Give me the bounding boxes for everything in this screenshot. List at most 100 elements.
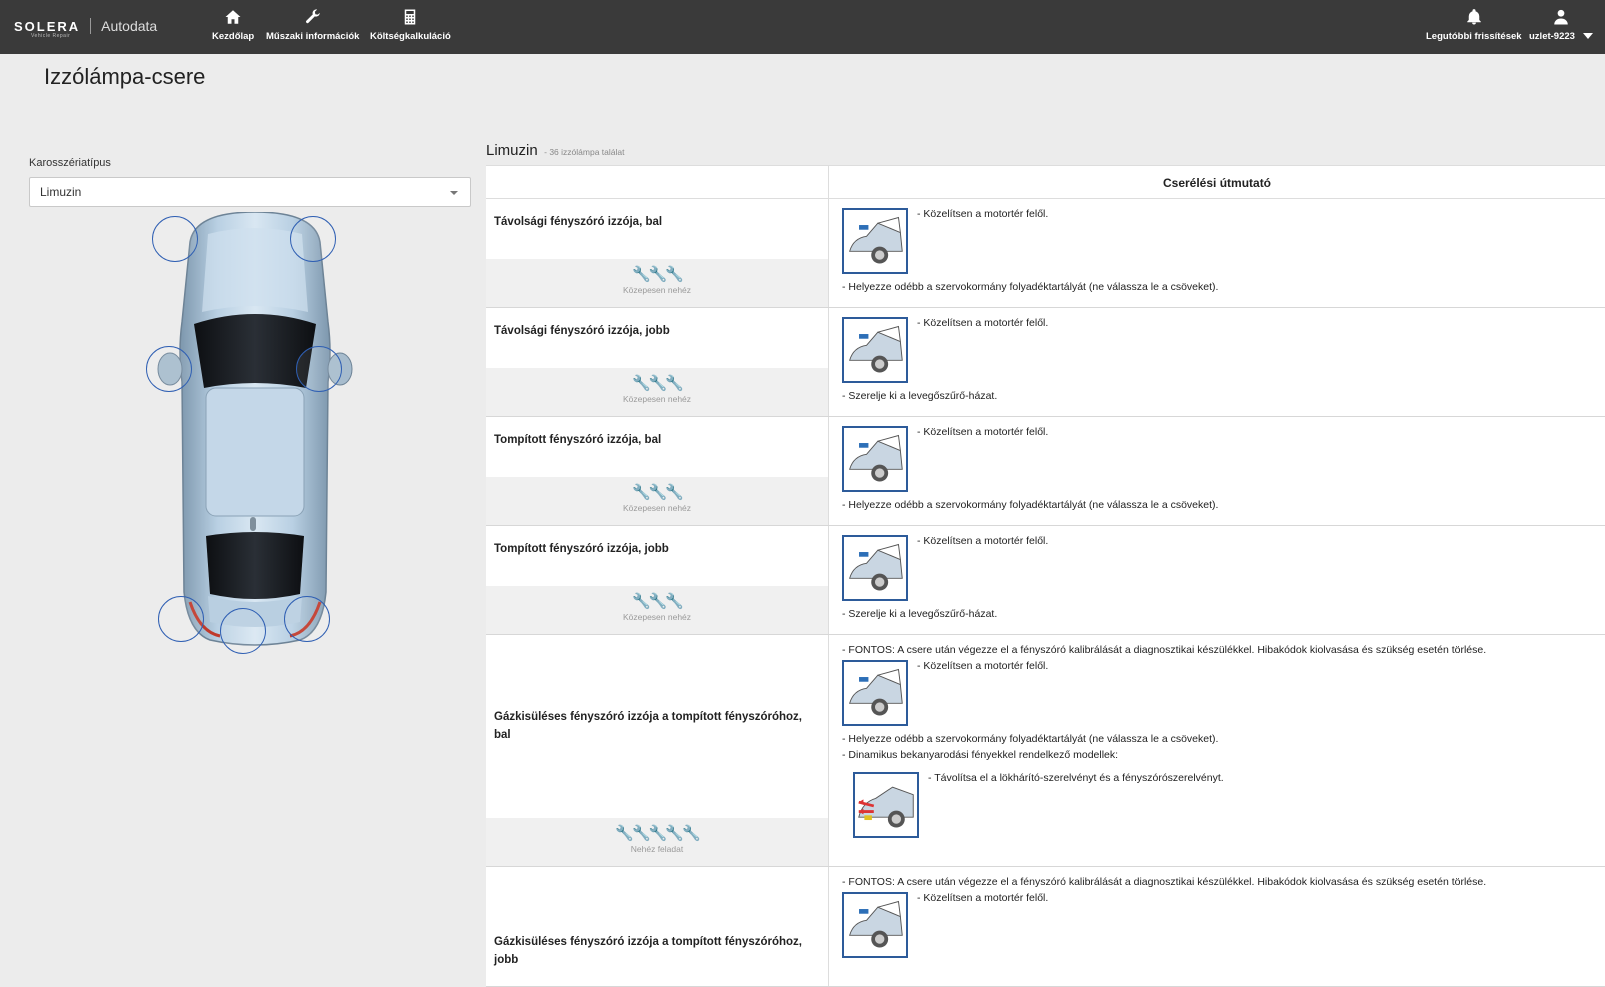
- column-header-guide: Cserélési útmutató: [1162, 176, 1272, 190]
- engine-bay-access-image[interactable]: [842, 892, 908, 958]
- bulb-name: Tompított fényszóró izzója, jobb: [494, 543, 669, 555]
- instruction-step: - FONTOS: A csere után végezze el a fény…: [842, 644, 1487, 656]
- row-name-cell: Távolsági fényszóró izzója, bal 🔧🔧🔧 Köze…: [486, 199, 829, 307]
- row-instructions-cell: - Közelítsen a motortér felől. - Helyezz…: [829, 417, 1605, 525]
- instruction-step: - Szerelje ki a levegőszűrő-házat.: [842, 608, 998, 620]
- instruction-step: - Közelítsen a motortér felől.: [917, 660, 1049, 672]
- difficulty-label: Közepesen nehéz: [622, 285, 692, 295]
- column-header-name: [486, 166, 829, 198]
- hotspot-front-right[interactable]: [290, 216, 336, 262]
- nav-cost-calculation-label: Költségkalkuláció: [370, 31, 451, 42]
- instruction-step: - Helyezze odébb a szervokormány folyadé…: [842, 733, 1219, 745]
- instruction-step: - Közelítsen a motortér felől.: [917, 535, 1049, 547]
- instruction-step: - Szerelje ki a levegőszűrő-házat.: [842, 390, 998, 402]
- difficulty-cell: 🔧🔧🔧🔧🔧 Nehéz feladat: [486, 818, 828, 866]
- user-menu[interactable]: uzlet-9223: [1529, 8, 1593, 42]
- user-name: uzlet-9223: [1529, 31, 1575, 42]
- home-icon: [212, 8, 254, 28]
- difficulty-cell: 🔧🔧🔧 Közepesen nehéz: [486, 586, 828, 634]
- bulb-results-table: Cserélési útmutató Távolsági fényszóró i…: [486, 165, 1605, 987]
- row-name-cell: Távolsági fényszóró izzója, jobb 🔧🔧🔧 Köz…: [486, 308, 829, 416]
- difficulty-cell: 🔧🔧🔧 Közepesen nehéz: [486, 368, 828, 416]
- table-row[interactable]: Távolsági fényszóró izzója, jobb 🔧🔧🔧 Köz…: [486, 308, 1605, 417]
- row-name-cell: Gázkisüléses fényszóró izzója a tompítot…: [486, 635, 829, 866]
- bumper-removal-image[interactable]: [853, 772, 919, 838]
- table-row[interactable]: Távolsági fényszóró izzója, bal 🔧🔧🔧 Köze…: [486, 199, 1605, 308]
- body-type-label: Karosszériatípus: [29, 157, 111, 169]
- bulb-name: Gázkisüléses fényszóró izzója a tompítot…: [494, 936, 803, 966]
- hotspot-mirror-left[interactable]: [146, 346, 192, 392]
- hotspot-mirror-right[interactable]: [296, 346, 342, 392]
- recent-updates-button[interactable]: Legutóbbi frissítések: [1426, 8, 1522, 42]
- row-name-cell: Tompított fényszóró izzója, jobb 🔧🔧🔧 Köz…: [486, 526, 829, 634]
- instruction-step: - Dinamikus bekanyarodási fényekkel rend…: [842, 749, 1119, 761]
- app-name: Autodata: [101, 18, 158, 34]
- body-type-value: Limuzin: [40, 185, 82, 199]
- engine-bay-access-image[interactable]: [842, 660, 908, 726]
- top-bar: SOLERA Vehicle Repair Autodata Kezdőlap …: [0, 0, 1605, 54]
- difficulty-cell: 🔧🔧🔧 Közepesen nehéz: [486, 477, 828, 525]
- difficulty-label: Közepesen nehéz: [622, 503, 692, 513]
- user-icon: [1529, 8, 1593, 28]
- row-instructions-cell: - FONTOS: A csere után végezze el a fény…: [829, 635, 1605, 866]
- nav-cost-calculation[interactable]: Költségkalkuláció: [370, 8, 451, 42]
- hotspot-rear-right[interactable]: [284, 596, 330, 642]
- brand-name: SOLERA: [14, 18, 81, 34]
- instruction-step: - Közelítsen a motortér felől.: [917, 426, 1049, 438]
- logo-divider: [90, 18, 92, 34]
- results-title: Limuzin: [486, 142, 538, 159]
- instruction-step: - FONTOS: A csere után végezze el a fény…: [842, 876, 1487, 888]
- nav-home-label: Kezdőlap: [212, 31, 255, 42]
- row-instructions-cell: - Közelítsen a motortér felől. - Szerelj…: [829, 308, 1605, 416]
- nav-home[interactable]: Kezdőlap: [212, 8, 254, 42]
- wrench-icon: [266, 8, 359, 28]
- calculator-icon: [370, 8, 451, 28]
- table-row[interactable]: Gázkisüléses fényszóró izzója a tompítot…: [486, 867, 1605, 987]
- row-instructions-cell: - Közelítsen a motortér felől. - Szerelj…: [829, 526, 1605, 634]
- bell-icon: [1426, 8, 1522, 28]
- row-name-cell: Gázkisüléses fényszóró izzója a tompítot…: [486, 867, 829, 986]
- page-title: Izzólámpa-csere: [44, 64, 206, 89]
- difficulty-wrenches-icon: 🔧🔧🔧: [631, 484, 684, 501]
- engine-bay-access-image[interactable]: [842, 317, 908, 383]
- row-name-cell: Tompított fényszóró izzója, bal 🔧🔧🔧 Köze…: [486, 417, 829, 525]
- table-row[interactable]: Tompított fényszóró izzója, jobb 🔧🔧🔧 Köz…: [486, 526, 1605, 635]
- recent-updates-label: Legutóbbi frissítések: [1426, 31, 1522, 42]
- difficulty-wrenches-icon: 🔧🔧🔧: [631, 375, 684, 392]
- results-count: - 36 izzólámpa találat: [544, 147, 625, 157]
- difficulty-label: Közepesen nehéz: [622, 394, 692, 404]
- instruction-step: - Közelítsen a motortér felől.: [917, 208, 1049, 220]
- engine-bay-access-image[interactable]: [842, 426, 908, 492]
- instruction-step: - Helyezze odébb a szervokormány folyadé…: [842, 281, 1219, 293]
- difficulty-wrenches-icon: 🔧🔧🔧: [631, 593, 684, 610]
- instruction-step: - Közelítsen a motortér felől.: [917, 892, 1049, 904]
- chevron-down-icon: [1582, 33, 1593, 40]
- instruction-step: - Helyezze odébb a szervokormány folyadé…: [842, 499, 1219, 511]
- solera-logo[interactable]: SOLERA Vehicle Repair Autodata: [14, 18, 158, 39]
- hotspot-front-left[interactable]: [152, 216, 198, 262]
- car-diagram: [146, 211, 360, 672]
- hotspot-rear-left[interactable]: [158, 596, 204, 642]
- bulb-name: Távolsági fényszóró izzója, bal: [494, 216, 663, 228]
- difficulty-cell: 🔧🔧🔧 Közepesen nehéz: [486, 259, 828, 307]
- engine-bay-access-image[interactable]: [842, 535, 908, 601]
- difficulty-label: Közepesen nehéz: [622, 612, 692, 622]
- hotspot-rear-center[interactable]: [220, 608, 266, 654]
- instruction-step: - Távolítsa el a lökhárító-szerelvényt é…: [928, 772, 1224, 784]
- row-instructions-cell: - Közelítsen a motortér felől. - Helyezz…: [829, 199, 1605, 307]
- body-type-select[interactable]: Limuzin: [29, 177, 471, 207]
- table-row[interactable]: Tompított fényszóró izzója, bal 🔧🔧🔧 Köze…: [486, 417, 1605, 526]
- instruction-step: - Közelítsen a motortér felől.: [917, 317, 1049, 329]
- row-instructions-cell: - FONTOS: A csere után végezze el a fény…: [829, 867, 1605, 986]
- nav-technical-info[interactable]: Műszaki információk: [266, 8, 359, 42]
- bulb-name: Gázkisüléses fényszóró izzója a tompítot…: [494, 711, 803, 741]
- table-row[interactable]: Gázkisüléses fényszóró izzója a tompítot…: [486, 635, 1605, 867]
- difficulty-wrenches-icon: 🔧🔧🔧: [631, 266, 684, 283]
- caret-down-icon: [450, 191, 458, 195]
- nav-technical-info-label: Műszaki információk: [266, 31, 360, 42]
- difficulty-wrenches-icon: 🔧🔧🔧🔧🔧: [615, 825, 700, 842]
- engine-bay-access-image[interactable]: [842, 208, 908, 274]
- difficulty-label: Nehéz feladat: [630, 844, 684, 854]
- bulb-name: Tompított fényszóró izzója, bal: [494, 434, 662, 446]
- bulb-name: Távolsági fényszóró izzója, jobb: [494, 325, 670, 337]
